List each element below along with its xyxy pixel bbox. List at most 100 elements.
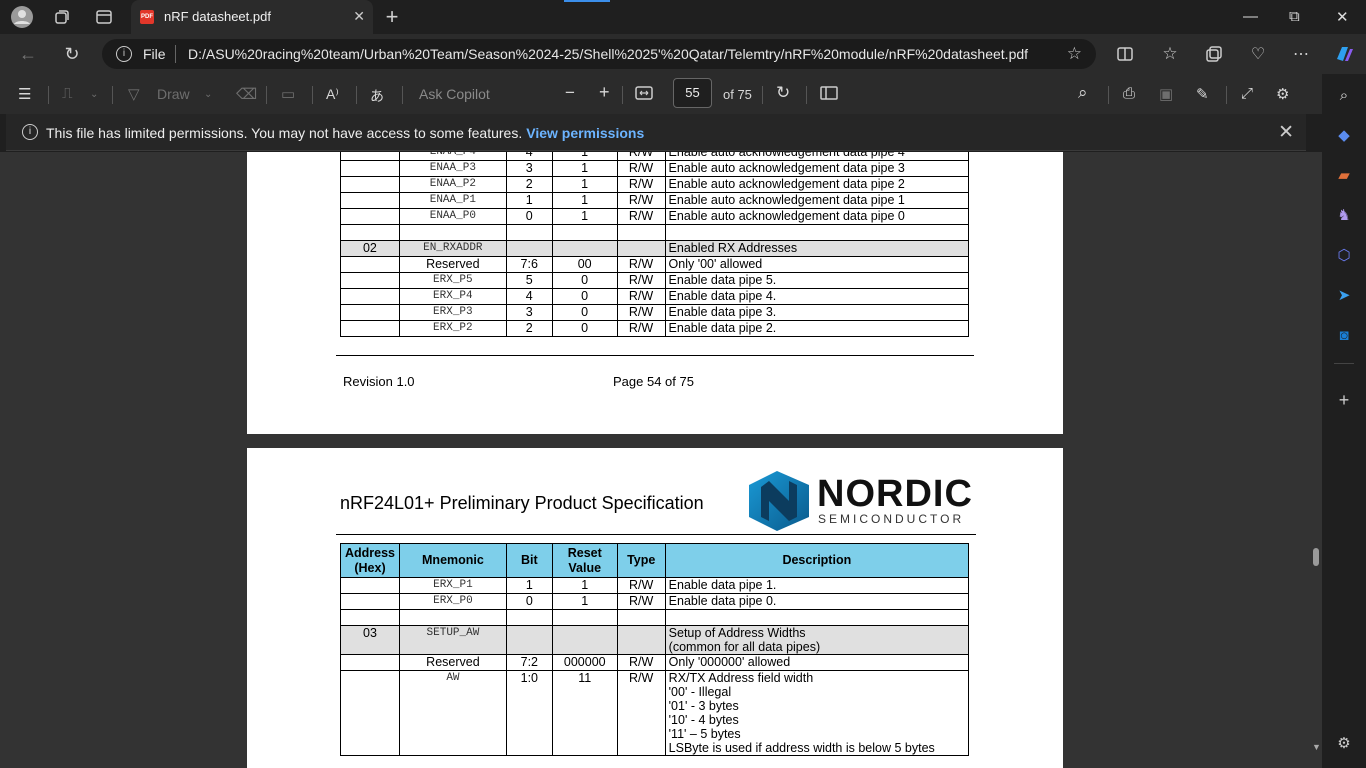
fullscreen-icon[interactable]: ⤢ <box>1241 85 1253 102</box>
cell-reset-value: 0 <box>551 304 618 321</box>
cell-type: R/W <box>616 593 666 610</box>
sidebar-search-icon[interactable]: ⌕ <box>1334 86 1354 106</box>
pdf-viewer[interactable]: ENAA_P4 4 1 R/W Enable auto acknowledgement … <box>0 152 1322 768</box>
new-tab-button[interactable]: + <box>380 4 404 29</box>
workspaces-icon[interactable] <box>50 5 74 29</box>
split-screen-icon[interactable] <box>1113 42 1137 66</box>
cell-description: RX/TX Address field width '00' - Illegal '… <box>664 670 970 756</box>
settings-more-icon[interactable]: ⋯ <box>1289 42 1313 66</box>
description-line: '11' – 5 bytes <box>668 727 741 741</box>
favorite-star-icon[interactable]: ☆ <box>1067 44 1082 64</box>
toolbar-separator <box>356 86 357 104</box>
description-line: Only '000000' allowed <box>668 655 791 669</box>
sidebar-microsoft365-icon[interactable]: ⬡ <box>1334 246 1354 266</box>
header-mnemonic: Mnemonic <box>398 543 507 578</box>
restore-button[interactable]: ⧉ <box>1289 8 1300 25</box>
close-notification-icon[interactable]: ✕ <box>1278 121 1294 144</box>
read-aloud-icon[interactable]: A⁾ <box>326 86 339 103</box>
add-text-icon[interactable]: ▭ <box>281 85 295 103</box>
pdf-toolbar: ☰ ⎍ ⌄ ▽ Draw ⌄ ⌫ ▭ A⁾ あ Ask Copilot − + … <box>0 74 1322 114</box>
cell-bit: 2 <box>505 320 553 337</box>
sidebar-add-icon[interactable]: + <box>1334 390 1354 410</box>
sidebar-tools-icon[interactable]: ▰ <box>1334 166 1354 186</box>
pdf-file-icon: PDF <box>140 10 154 24</box>
cell-bit: 0 <box>505 593 553 610</box>
scroll-down-arrow-icon[interactable]: ▼ <box>1312 742 1321 752</box>
translate-icon[interactable]: あ <box>370 86 384 106</box>
description-line: (common for all data pipes) <box>668 640 821 654</box>
minimize-button[interactable]: — <box>1243 8 1258 25</box>
cell-description: Only '00' allowed <box>664 256 970 273</box>
cell-bit: 0 <box>505 208 553 225</box>
cell-mnemonic: ERX_P4 <box>398 288 507 305</box>
site-info-icon[interactable]: i <box>116 46 132 62</box>
cell-reset-value: 1 <box>551 577 618 594</box>
navigation-bar: ← ↻ i File D:/ASU%20racing%20team/Urban%… <box>0 34 1366 74</box>
cell-address: 03 <box>340 625 400 655</box>
view-permissions-link[interactable]: View permissions <box>526 125 644 141</box>
favorites-icon[interactable]: ☆ <box>1158 42 1182 66</box>
refresh-icon[interactable]: ↻ <box>60 42 84 66</box>
collections-icon[interactable] <box>1202 42 1226 66</box>
highlight-icon[interactable]: ⎍ <box>62 85 73 102</box>
highlight-dropdown-icon[interactable]: ⌄ <box>90 89 98 100</box>
cell-mnemonic: Reserved <box>398 654 507 671</box>
description-line: Setup of Address Widths <box>668 626 806 640</box>
sidebar-drop-icon[interactable]: ➤ <box>1334 286 1354 306</box>
draw-icon[interactable]: ▽ <box>128 85 140 103</box>
cell-reset-value: 0 <box>551 288 618 305</box>
page-number-input[interactable]: 55 <box>673 78 712 108</box>
cell-bit: 7:2 <box>505 654 553 671</box>
save-icon[interactable]: ▣ <box>1159 85 1173 103</box>
cell-type: R/W <box>616 176 666 193</box>
zoom-in-button[interactable]: + <box>599 82 610 103</box>
browser-essentials-icon[interactable]: ♡ <box>1246 42 1270 66</box>
copilot-icon[interactable] <box>1332 42 1356 66</box>
back-icon[interactable]: ← <box>16 42 40 66</box>
rotate-icon[interactable]: ↻ <box>776 83 790 103</box>
sidebar-shopping-icon[interactable]: ◆ <box>1334 126 1354 146</box>
erase-icon[interactable]: ⌫ <box>236 85 257 103</box>
sidebar-divider <box>1334 363 1354 364</box>
zoom-out-button[interactable]: − <box>565 83 575 103</box>
page-view-icon[interactable] <box>820 85 838 105</box>
cell-mnemonic <box>398 609 507 626</box>
tab-actions-icon[interactable] <box>92 5 116 29</box>
table-row: ENAA_P4 4 1 R/W Enable auto acknowledgement … <box>340 152 970 161</box>
toolbar-separator <box>1108 86 1109 104</box>
print-icon[interactable]: ⎙ <box>1123 85 1135 102</box>
close-tab-icon[interactable]: ✕ <box>353 8 365 25</box>
nordic-logo: NORDIC SEMICONDUCTOR <box>747 471 972 531</box>
cell-mnemonic: ERX_P0 <box>398 593 507 610</box>
search-icon[interactable]: ⌕ <box>1078 83 1088 103</box>
tab-drag-indicator <box>564 0 610 2</box>
contents-list-icon[interactable]: ☰ <box>18 85 31 103</box>
url-text[interactable]: D:/ASU%20racing%20team/Urban%20Team/Seas… <box>188 46 1028 62</box>
cell-bit: 1:0 <box>505 670 553 756</box>
draw-label[interactable]: Draw <box>157 86 190 102</box>
cell-description: Enable data pipe 4. <box>664 288 970 305</box>
tab-nrf-datasheet[interactable]: PDF nRF datasheet.pdf ✕ <box>131 0 373 34</box>
sidebar-settings-icon[interactable]: ⚙ <box>1334 734 1354 754</box>
address-bar[interactable]: i File D:/ASU%20racing%20team/Urban%20Te… <box>102 39 1096 69</box>
cell-address <box>340 654 400 671</box>
fit-to-width-icon[interactable] <box>635 85 653 105</box>
ask-copilot-button[interactable]: Ask Copilot <box>419 86 490 102</box>
vertical-scrollbar[interactable]: ▼ <box>1310 152 1322 768</box>
cell-address <box>340 609 400 626</box>
cell-reset-value: 1 <box>551 593 618 610</box>
cell-type: R/W <box>616 272 666 289</box>
pdf-settings-icon[interactable]: ⚙ <box>1276 85 1289 103</box>
sidebar-outlook-icon[interactable]: ◙ <box>1334 326 1354 346</box>
draw-dropdown-icon[interactable]: ⌄ <box>204 89 212 100</box>
cell-bit <box>505 240 553 257</box>
footer-rule <box>336 355 974 356</box>
cell-reset-value: 000000 <box>551 654 618 671</box>
cell-type <box>616 625 666 655</box>
sidebar-games-icon[interactable]: ♞ <box>1334 206 1354 226</box>
save-as-icon[interactable]: ✎ <box>1196 85 1209 103</box>
scrollbar-thumb[interactable] <box>1313 548 1319 566</box>
profile-avatar-icon[interactable] <box>10 5 34 29</box>
close-window-button[interactable]: ✕ <box>1336 8 1349 26</box>
description-line: '10' - 4 bytes <box>668 713 739 727</box>
